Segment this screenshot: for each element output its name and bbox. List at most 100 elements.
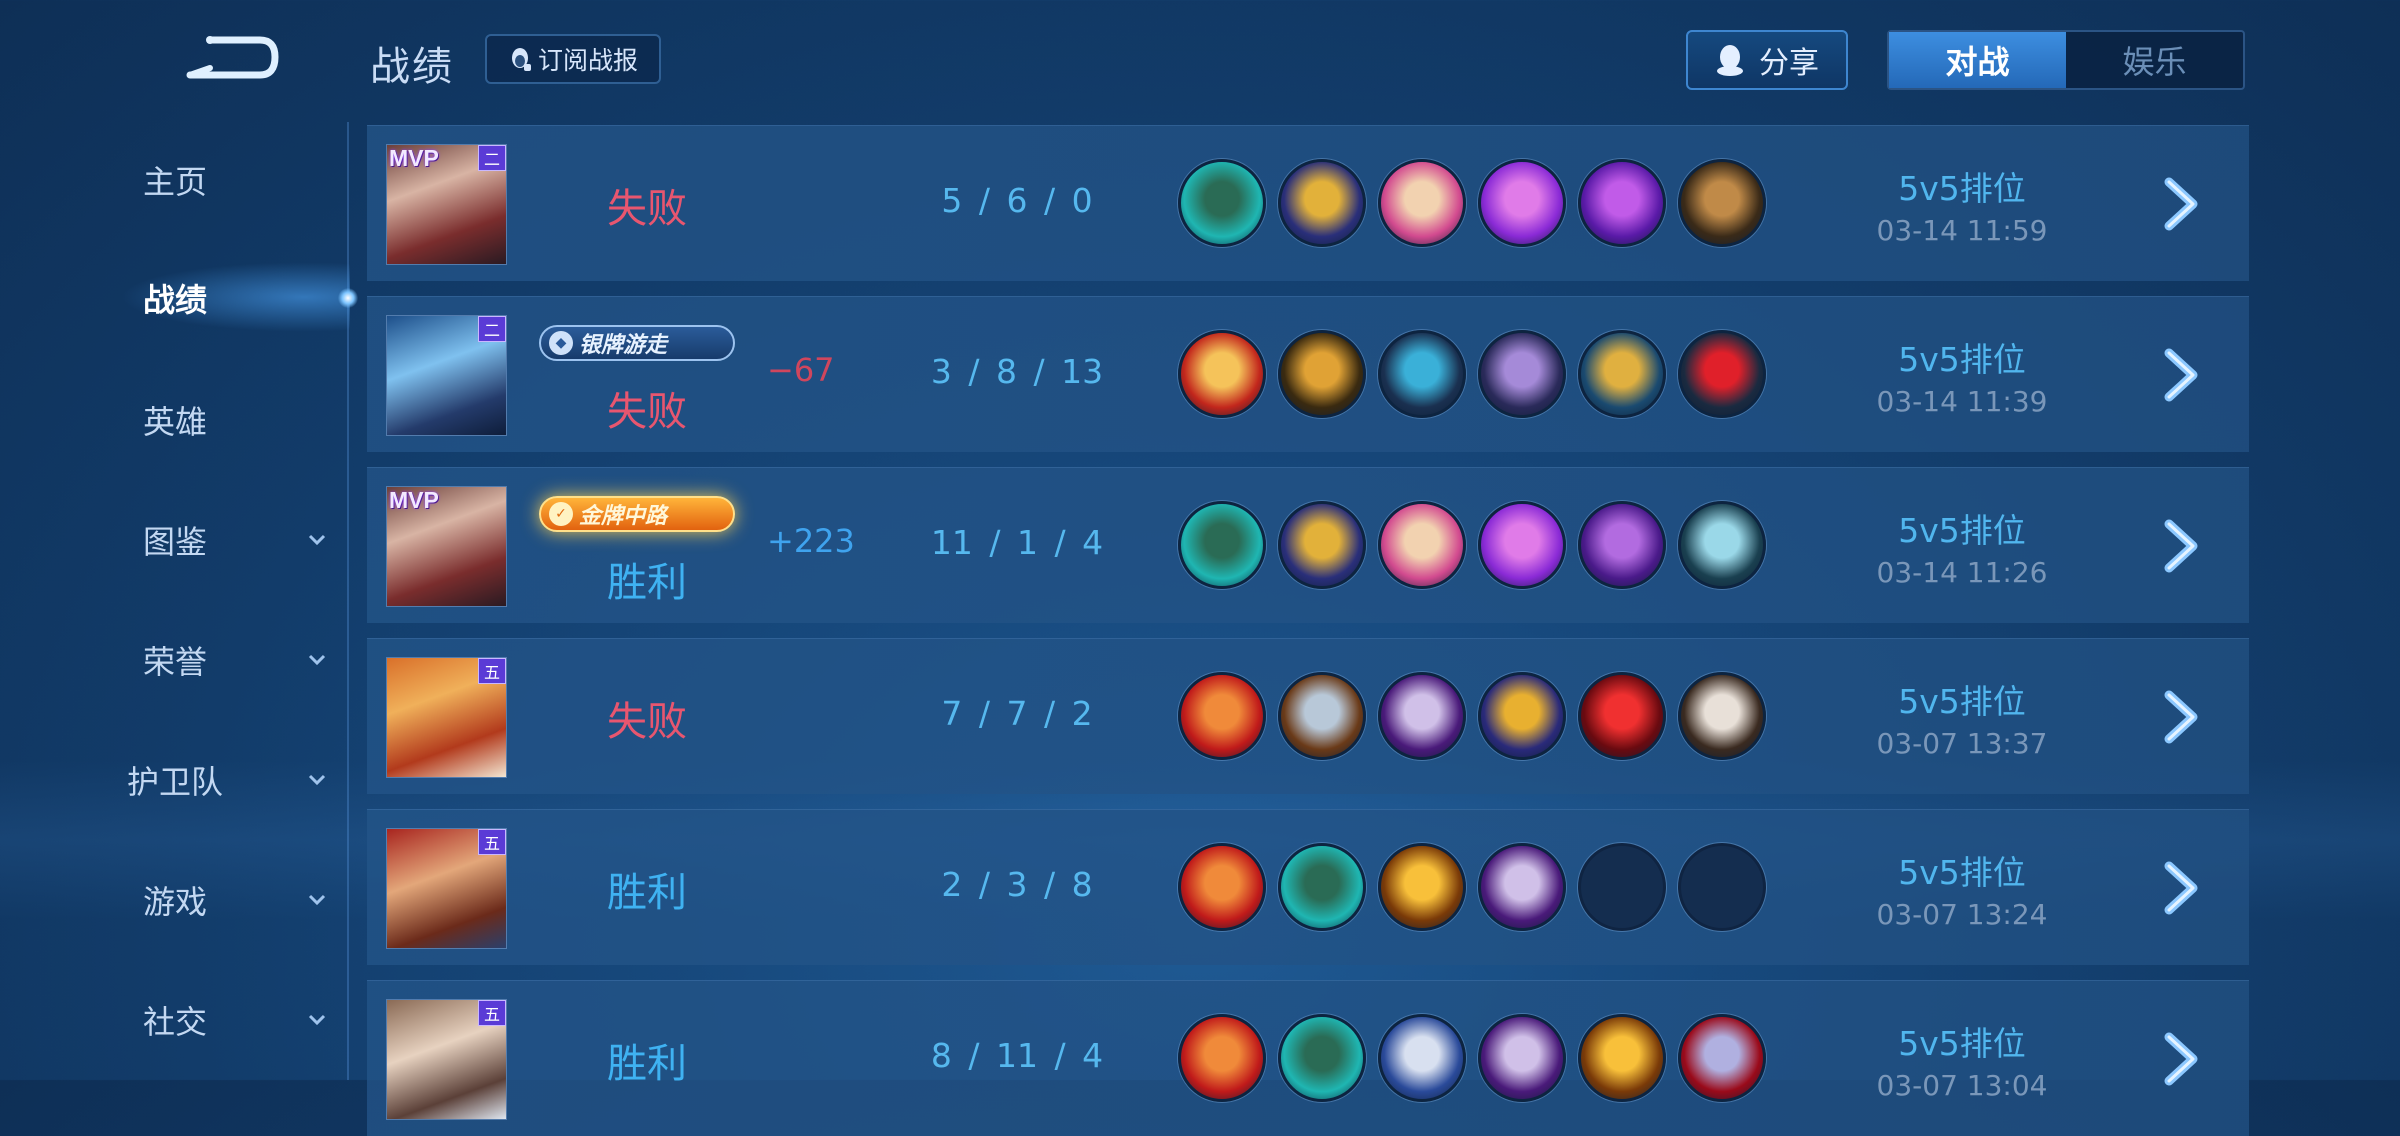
tome-item-icon xyxy=(1378,501,1466,589)
white-armor-item-icon xyxy=(1678,672,1766,760)
medal-label: 金牌中路 xyxy=(579,504,668,529)
sidebar-item-social[interactable]: 社交 xyxy=(0,985,350,1055)
purple-staff-item-icon xyxy=(1578,501,1666,589)
chevron-down-icon xyxy=(308,534,326,546)
qq-penguin-icon xyxy=(511,48,531,71)
chalice-item-icon xyxy=(1278,501,1366,589)
game-mode: 5v5排位 xyxy=(1898,340,2026,379)
sidebar-item-honor[interactable]: 荣誉 xyxy=(0,625,350,695)
chevron-right-icon[interactable] xyxy=(2159,176,2205,232)
share-button[interactable]: 分享 xyxy=(1686,30,1848,90)
match-result: 胜利 xyxy=(607,870,687,916)
chevron-right-icon[interactable] xyxy=(2159,689,2205,745)
chevron-right-icon[interactable] xyxy=(2159,860,2205,916)
kda-stats: 3 / 8 / 13 xyxy=(930,352,1104,391)
chevron-right-icon[interactable] xyxy=(2159,347,2205,403)
match-time: 03-14 11:39 xyxy=(1876,385,2048,418)
rank-badge: 二 xyxy=(478,145,506,171)
tome-item-icon xyxy=(1378,159,1466,247)
sidebar-item-label: 主页 xyxy=(142,163,207,201)
match-time: 03-14 11:59 xyxy=(1876,214,2048,247)
purple-scepter-item-icon xyxy=(1578,159,1666,247)
item-build xyxy=(1178,330,1766,418)
red-gem-item-icon xyxy=(1678,330,1766,418)
gold-sword-item-icon xyxy=(1378,843,1466,931)
sidebar-item-home[interactable]: 主页 xyxy=(0,145,350,215)
match-result: 失败 xyxy=(607,389,687,435)
hero-portrait: MVP 二 xyxy=(386,144,507,265)
steel-boots-item-icon xyxy=(1278,672,1366,760)
match-row[interactable]: 五 胜利 8 / 11 / 4 5v5排位 03-07 13:04 xyxy=(367,980,2249,1136)
check-icon: ✓ xyxy=(549,502,573,526)
rank-points-delta: +223 xyxy=(767,522,855,560)
flame-wing-item-icon xyxy=(1178,330,1266,418)
match-result: 胜利 xyxy=(607,1041,687,1087)
game-mode: 5v5排位 xyxy=(1898,511,2026,550)
item-build xyxy=(1178,159,1766,247)
mode-tabs: 对战 娱乐 xyxy=(1887,30,2245,90)
purple-cloak-item-icon xyxy=(1478,501,1566,589)
chevron-right-icon[interactable] xyxy=(2159,1031,2205,1087)
purple-axe-item-icon xyxy=(1478,1014,1566,1102)
match-time: 03-07 13:04 xyxy=(1876,1069,2048,1102)
game-mode: 5v5排位 xyxy=(1898,682,2026,721)
empty-item-slot xyxy=(1678,843,1766,931)
hero-portrait: 二 xyxy=(386,315,507,436)
sidebar-item-label: 社交 xyxy=(142,1003,207,1041)
position-medal-badge: ◆ 银牌游走 xyxy=(539,325,735,361)
subscribe-report-button[interactable]: 订阅战报 xyxy=(485,34,661,84)
tab-battle[interactable]: 对战 xyxy=(1889,32,2066,88)
gold-cross-item-icon xyxy=(1478,672,1566,760)
item-build xyxy=(1178,672,1766,760)
game-mode: 5v5排位 xyxy=(1898,1024,2026,1063)
medal-label: 银牌游走 xyxy=(579,333,668,358)
gold-armor-item-icon xyxy=(1278,330,1366,418)
chevron-down-icon xyxy=(308,654,326,666)
silver-belt-item-icon xyxy=(1678,501,1766,589)
match-row[interactable]: MVP ✓ 金牌中路 胜利 +223 11 / 1 / 4 5v5排位 03-14 11… xyxy=(367,467,2249,623)
item-build xyxy=(1178,501,1766,589)
chevron-down-icon xyxy=(308,1014,326,1026)
hero-portrait: 五 xyxy=(386,657,507,778)
sidebar-item-guard-team[interactable]: 护卫队 xyxy=(0,745,350,815)
kda-stats: 11 / 1 / 4 xyxy=(930,523,1104,562)
boots-item-icon xyxy=(1278,843,1366,931)
back-arrow-icon[interactable] xyxy=(180,30,280,85)
chevron-down-icon xyxy=(308,774,326,786)
game-mode: 5v5排位 xyxy=(1898,169,2026,208)
hero-portrait: 五 xyxy=(386,828,507,949)
sidebar-item-collection[interactable]: 图鉴 xyxy=(0,505,350,575)
kda-stats: 7 / 7 / 2 xyxy=(941,694,1093,733)
chevron-right-icon[interactable] xyxy=(2159,518,2205,574)
gold-shield-item-icon xyxy=(1578,330,1666,418)
boots-item-icon xyxy=(1278,1014,1366,1102)
tab-entertainment[interactable]: 娱乐 xyxy=(2066,32,2243,88)
sidebar-item-games[interactable]: 游戏 xyxy=(0,865,350,935)
match-row[interactable]: 五 胜利 2 / 3 / 8 5v5排位 03-07 13:24 xyxy=(367,809,2249,965)
match-time: 03-07 13:37 xyxy=(1876,727,2048,760)
kda-stats: 8 / 11 / 4 xyxy=(930,1036,1104,1075)
match-row[interactable]: 二 ◆ 银牌游走 失败 −67 3 / 8 / 13 5v5排位 03-14 11:39 xyxy=(367,296,2249,452)
chevron-down-icon xyxy=(308,894,326,906)
empty-item-slot xyxy=(1578,843,1666,931)
sidebar-item-heroes[interactable]: 英雄 xyxy=(0,385,350,455)
sidebar-item-records[interactable]: 战绩 xyxy=(0,263,350,333)
rank-points-delta: −67 xyxy=(767,351,835,389)
mvp-label: MVP xyxy=(389,487,439,513)
sidebar-item-label: 图鉴 xyxy=(142,523,207,561)
purple-axe-item-icon xyxy=(1478,843,1566,931)
game-mode: 5v5排位 xyxy=(1898,853,2026,892)
page-title: 战绩 xyxy=(370,44,454,90)
hero-portrait: 五 xyxy=(386,999,507,1120)
hero-portrait: MVP xyxy=(386,486,507,607)
share-label: 分享 xyxy=(1759,46,1819,81)
purple-axe-item-icon xyxy=(1378,672,1466,760)
rank-badge: 五 xyxy=(478,1000,506,1026)
sidebar-item-label: 游戏 xyxy=(142,883,207,921)
match-row[interactable]: 五 失败 7 / 7 / 2 5v5排位 03-07 13:37 xyxy=(367,638,2249,794)
dark-armor-item-icon xyxy=(1378,330,1466,418)
match-row[interactable]: MVP 二 失败 5 / 6 / 0 5v5排位 03-14 11:59 xyxy=(367,125,2249,281)
kda-stats: 5 / 6 / 0 xyxy=(941,181,1093,220)
subscribe-label: 订阅战报 xyxy=(537,46,638,75)
item-build xyxy=(1178,843,1766,931)
